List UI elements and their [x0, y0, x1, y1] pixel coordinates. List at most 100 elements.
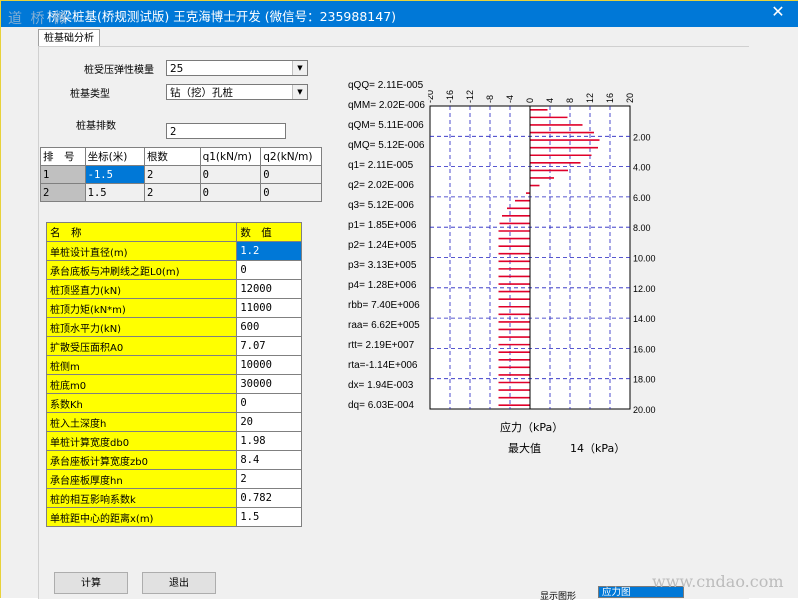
- table-row: 承台座板计算宽度zb0 8.4: [45, 450, 302, 470]
- param-value[interactable]: 0.782: [236, 488, 302, 508]
- pile-type-label: 桩基类型: [70, 89, 110, 100]
- stat-line: p3= 3.13E+005: [348, 260, 417, 271]
- param-value[interactable]: 0: [236, 260, 302, 280]
- elastic-modulus-label: 桩受压弹性模量: [84, 65, 154, 76]
- table-row: 承台座板厚度hn 2: [45, 469, 302, 489]
- pile-rows-input[interactable]: 2: [166, 123, 286, 139]
- param-value[interactable]: 2: [236, 469, 302, 489]
- table-row: 1 -1.5 2 0 0: [40, 165, 322, 184]
- table-row: 桩的相互影响系数k 0.782: [45, 488, 302, 508]
- x-tick-label: 0: [525, 98, 535, 103]
- y-tick-label: 18.00: [633, 375, 656, 385]
- x-tick-label: -8: [485, 95, 495, 103]
- y-tick-label: 8.00: [633, 223, 651, 233]
- table-cell[interactable]: 0: [199, 165, 262, 184]
- stress-chart: -20 -16 -12 -8 -4 0 4 8 12 16 20 2.00 4.00 6.00 8.00 10…: [428, 90, 656, 415]
- table-row: 系数Kh 0: [45, 393, 302, 413]
- x-tick-label: -20: [428, 90, 435, 103]
- stat-line: q3= 5.12E-006: [348, 200, 414, 211]
- exit-button[interactable]: 退出: [142, 572, 216, 594]
- result-stats: qQQ= 2.11E-005 qMM= 2.02E-006 qQM= 5.11E-0…: [348, 76, 425, 416]
- param-name: 桩顶竖直力(kN): [45, 279, 238, 299]
- y-tick-label: 12.00: [633, 284, 656, 294]
- x-tick-label: 16: [605, 93, 615, 103]
- max-label: 最大值: [508, 442, 541, 455]
- close-icon[interactable]: ✕: [768, 3, 788, 23]
- column-header: 数 值: [236, 222, 302, 242]
- stat-line: qQQ= 2.11E-005: [348, 80, 424, 91]
- column-header: q1(kN/m): [199, 147, 262, 166]
- param-value[interactable]: 8.4: [236, 450, 302, 470]
- table-row: 扩散受压面积A0 7.07: [45, 336, 302, 356]
- param-name: 桩的相互影响系数k: [45, 488, 238, 508]
- table-cell[interactable]: -1.5: [84, 165, 145, 184]
- column-header: 根数: [143, 147, 201, 166]
- table-cell[interactable]: 0: [199, 183, 262, 202]
- chevron-down-icon[interactable]: ▼: [292, 85, 307, 99]
- param-value[interactable]: 7.07: [236, 336, 302, 356]
- row-number: 1: [40, 165, 86, 184]
- param-name: 桩侧m: [45, 355, 238, 375]
- param-value[interactable]: 0: [236, 393, 302, 413]
- param-value[interactable]: 12000: [236, 279, 302, 299]
- table-row: 桩入土深度h 20: [45, 412, 302, 432]
- param-value[interactable]: 1.5: [236, 507, 302, 527]
- stat-line: qMM= 2.02E-006: [348, 100, 425, 111]
- param-value[interactable]: 11000: [236, 298, 302, 318]
- y-tick-label: 6.00: [633, 193, 651, 203]
- stat-line: rbb= 7.40E+006: [348, 300, 420, 311]
- stat-line: p4= 1.28E+006: [348, 280, 417, 291]
- y-tick-label: 16.00: [633, 344, 656, 354]
- param-name: 桩底m0: [45, 374, 238, 394]
- display-mode-label: 显示图形: [540, 592, 577, 602]
- table-cell[interactable]: 2: [143, 165, 201, 184]
- param-value[interactable]: 10000: [236, 355, 302, 375]
- x-tick-label: 20: [625, 93, 635, 103]
- table-row: 承台底板与冲刷线之距L0(m) 0: [45, 260, 302, 280]
- table-cell[interactable]: 1.5: [84, 183, 145, 202]
- chart-xlabel: 应力（kPa）: [500, 421, 564, 434]
- chevron-down-icon[interactable]: ▼: [292, 61, 307, 75]
- column-header: 排 号: [40, 147, 86, 166]
- param-value[interactable]: 1.98: [236, 431, 302, 451]
- watermark-bottom-right: www.cndao.com: [652, 572, 784, 591]
- table-row: 桩顶力矩(kN*m) 11000: [45, 298, 302, 318]
- x-tick-label: 12: [585, 93, 595, 103]
- param-value[interactable]: 20: [236, 412, 302, 432]
- table-row: 桩顶水平力(kN) 600: [45, 317, 302, 337]
- table-cell[interactable]: 0: [260, 183, 322, 202]
- table-row: 桩顶竖直力(kN) 12000: [45, 279, 302, 299]
- param-name: 系数Kh: [45, 393, 238, 413]
- y-tick-label: 14.00: [633, 314, 656, 324]
- pile-type-select[interactable]: 钻（挖）孔桩 ▼: [166, 84, 308, 100]
- table-row: 单桩设计直径(m) 1.2: [45, 241, 302, 261]
- param-name: 桩顶水平力(kN): [45, 317, 238, 337]
- table-cell[interactable]: 0: [260, 165, 322, 184]
- table-cell[interactable]: 2: [143, 183, 201, 202]
- y-tick-label: 2.00: [633, 132, 651, 142]
- elastic-modulus-value: 25: [170, 63, 184, 75]
- pile-type-value: 钻（挖）孔桩: [170, 87, 233, 99]
- table-row: 单桩计算宽度db0 1.98: [45, 431, 302, 451]
- column-header: 名 称: [45, 222, 238, 242]
- param-value[interactable]: 30000: [236, 374, 302, 394]
- param-value[interactable]: 1.2: [236, 241, 302, 261]
- stat-line: rtt= 2.19E+007: [348, 340, 415, 351]
- param-name: 扩散受压面积A0: [45, 336, 238, 356]
- x-tick-label: -16: [445, 90, 455, 103]
- table-header-row: 排 号 坐标(米) 根数 q1(kN/m) q2(kN/m): [40, 147, 322, 166]
- column-header: q2(kN/m): [260, 147, 322, 166]
- x-tick-label: -12: [465, 90, 475, 103]
- elastic-modulus-select[interactable]: 25 ▼: [166, 60, 308, 76]
- param-value[interactable]: 600: [236, 317, 302, 337]
- y-tick-label: 4.00: [633, 163, 651, 173]
- stat-line: q1= 2.11E-005: [348, 160, 414, 171]
- table-row: 桩底m0 30000: [45, 374, 302, 394]
- param-name: 承台座板厚度hn: [45, 469, 238, 489]
- x-tick-label: -4: [505, 95, 515, 103]
- x-tick-label: 8: [565, 98, 575, 103]
- table-row: 桩侧m 10000: [45, 355, 302, 375]
- calculate-button[interactable]: 计算: [54, 572, 128, 594]
- column-header: 坐标(米): [84, 147, 145, 166]
- stat-line: raa= 6.62E+005: [348, 320, 420, 331]
